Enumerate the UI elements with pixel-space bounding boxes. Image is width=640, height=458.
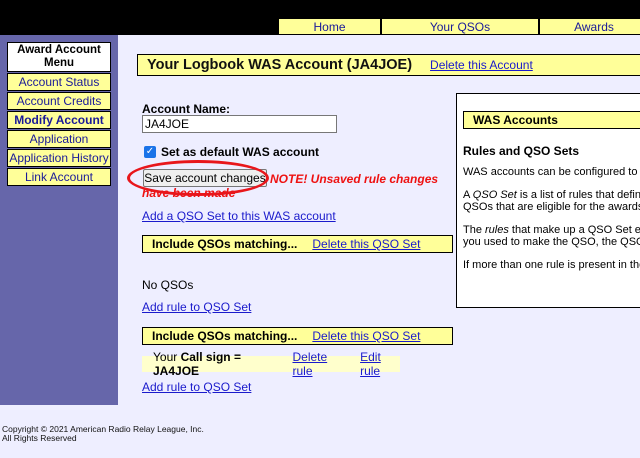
info-text: The [463, 224, 486, 236]
info-text: is a list of rules that define [516, 189, 640, 201]
info-paragraph: A QSO Set is a list of rules that define [463, 189, 640, 201]
delete-account-link[interactable]: Delete this Account [430, 58, 533, 72]
default-account-row: ✓ Set as default WAS account [144, 145, 319, 159]
add-rule-link[interactable]: Add rule to QSO Set [142, 300, 251, 314]
delete-qso-set-link[interactable]: Delete this QSO Set [312, 237, 420, 251]
sidebar: Award Account Menu Account Status Accoun… [0, 35, 118, 405]
menu-item-account-status[interactable]: Account Status [7, 73, 111, 91]
menu-item-application-history[interactable]: Application History [7, 149, 111, 167]
info-paragraph: QSOs that are eligible for the awards. [463, 201, 640, 213]
rule-prefix: Your [153, 350, 181, 364]
rights-text: All Rights Reserved [2, 433, 77, 443]
info-text: A [463, 189, 473, 201]
qso-set-title: Include QSOs matching... [152, 237, 298, 251]
nav-your-qsos-link[interactable]: Your QSOs [381, 18, 539, 35]
menu-title: Award Account Menu [7, 42, 111, 72]
menu-item-link-account[interactable]: Link Account [7, 168, 111, 186]
qso-set-header: Include QSOs matching... Delete this QSO… [142, 235, 453, 253]
info-heading: WAS Accounts [463, 111, 640, 129]
info-paragraph: If more than one rule is present in the [463, 259, 640, 271]
default-account-label: Set as default WAS account [161, 145, 320, 159]
add-qso-set-link[interactable]: Add a QSO Set to this WAS account [142, 209, 336, 223]
menu-item-account-credits[interactable]: Account Credits [7, 92, 111, 110]
info-emphasis: QSO Set [472, 189, 517, 201]
info-panel: WAS Accounts Rules and QSO Sets WAS acco… [456, 93, 640, 308]
page-title: Your Logbook WAS Account (JA4JOE) [147, 57, 413, 73]
delete-qso-set-link[interactable]: Delete this QSO Set [312, 329, 420, 343]
menu-item-modify-account[interactable]: Modify Account [7, 111, 111, 129]
account-name-label: Account Name: [142, 102, 231, 116]
footer: Copyright © 2021 American Radio Relay Le… [2, 425, 204, 443]
qso-set-header: Include QSOs matching... Delete this QSO… [142, 327, 453, 345]
nav-awards-link[interactable]: Awards [539, 18, 640, 35]
nav-home-link[interactable]: Home [278, 18, 381, 35]
default-account-checkbox[interactable]: ✓ [144, 146, 156, 158]
add-rule-link[interactable]: Add rule to QSO Set [142, 380, 251, 394]
info-subheading: Rules and QSO Sets [463, 144, 580, 158]
menu-item-application[interactable]: Application [7, 130, 111, 148]
no-qsos-text: No QSOs [142, 278, 194, 292]
menu-list: Account Status Account Credits Modify Ac… [7, 73, 111, 187]
rule-text: Your Call sign = JA4JOE [153, 350, 277, 378]
delete-rule-link[interactable]: Delete rule [292, 350, 345, 378]
top-nav: Home Your QSOs Awards [278, 18, 640, 35]
page-header: Your Logbook WAS Account (JA4JOE) Delete… [137, 54, 640, 76]
qso-set-title: Include QSOs matching... [152, 329, 298, 343]
account-name-input[interactable] [142, 115, 337, 133]
info-paragraph: The rules that make up a QSO Set ea [463, 224, 640, 236]
info-paragraph: WAS accounts can be configured to a [463, 166, 640, 178]
save-account-changes-button[interactable]: Save account changes [143, 169, 267, 187]
rule-row: Your Call sign = JA4JOE Delete rule Edit… [142, 350, 400, 378]
edit-rule-link[interactable]: Edit rule [360, 350, 400, 378]
info-emphasis: rules [485, 224, 509, 236]
info-paragraph: you used to make the QSO, the QSO [463, 236, 640, 248]
info-text: that make up a QSO Set ea [508, 224, 640, 236]
